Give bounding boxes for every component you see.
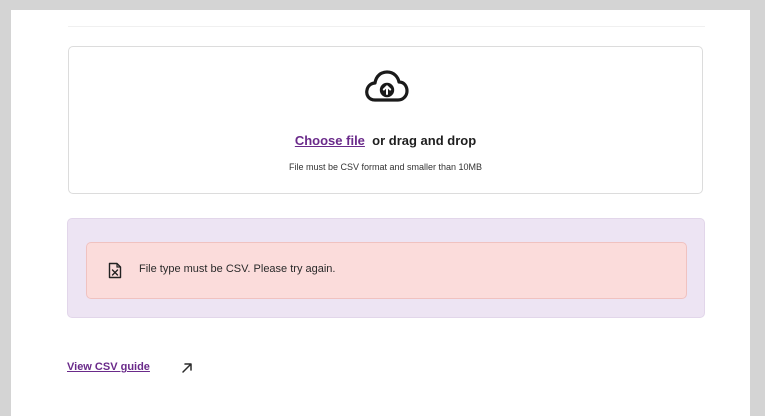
dropzone-prompt: Choose file or drag and drop bbox=[69, 133, 702, 148]
error-panel: File type must be CSV. Please try again. bbox=[67, 218, 705, 318]
window-frame-top bbox=[0, 0, 765, 10]
drag-drop-text: or drag and drop bbox=[372, 133, 477, 148]
view-csv-guide-link[interactable]: View CSV guide bbox=[67, 361, 150, 373]
file-x-icon bbox=[108, 262, 122, 279]
external-arrow-icon[interactable] bbox=[181, 362, 193, 374]
error-message: File type must be CSV. Please try again. bbox=[139, 263, 336, 275]
file-requirements-hint: File must be CSV format and smaller than… bbox=[288, 162, 483, 172]
top-divider bbox=[68, 10, 705, 27]
error-alert: File type must be CSV. Please try again. bbox=[86, 242, 687, 299]
file-dropzone[interactable]: Choose file or drag and drop File must b… bbox=[68, 46, 703, 194]
cloud-upload-icon bbox=[365, 70, 409, 102]
window-frame-right bbox=[750, 0, 765, 416]
choose-file-link[interactable]: Choose file bbox=[295, 133, 365, 148]
window-frame-left bbox=[0, 0, 11, 416]
